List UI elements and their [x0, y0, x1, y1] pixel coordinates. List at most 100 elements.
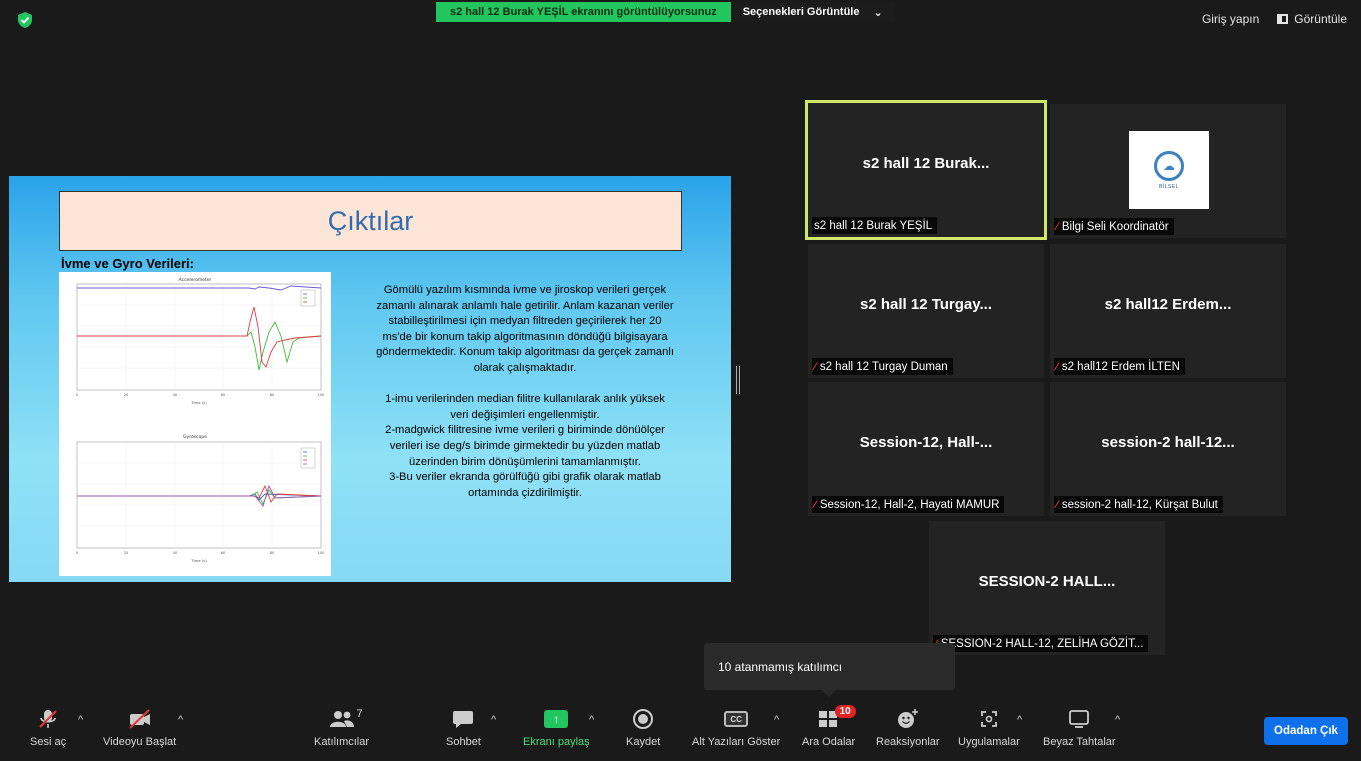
show-captions-button[interactable]: CC Alt Yazıları Göster [692, 708, 780, 748]
participant-display-name: s2 hall12 Erdem... [1104, 296, 1232, 313]
participant-display-name: s2 hall 12 Turgay... [860, 296, 992, 313]
reactions-icon [897, 709, 918, 728]
bottom-x-label: Time (s) [190, 558, 207, 563]
participant-tile[interactable]: s2 hall 12 Turgay... ⁄ s2 hall 12 Turgay… [808, 244, 1044, 378]
apps-icon [980, 711, 997, 727]
panel-resize-handle[interactable] [736, 366, 740, 394]
unmute-button[interactable]: Sesi aç [30, 708, 66, 748]
top-x-tick: 20 [124, 393, 128, 397]
bottom-x-tick: 20 [124, 551, 128, 555]
record-button[interactable]: Kaydet [626, 708, 660, 748]
share-screen-label: Ekranı paylaş [523, 736, 590, 748]
sensor-plots-svg: Accelerometer 0 20 40 60 80 100 Time (s)… [76, 277, 324, 563]
chat-button[interactable]: Sohbet [446, 708, 481, 748]
participants-label: Katılımcılar [314, 736, 370, 748]
bottom-x-tick: 40 [173, 551, 177, 555]
participant-name-label: ⁄ SESSION-2 HALL-12, ZELİHA GÖZİT... [933, 635, 1149, 652]
reactions-label: Reaksiyonlar [876, 736, 940, 748]
participant-display-name: Session-12, Hall-... [859, 434, 993, 451]
participant-name-text: Session-12, Hall-2, Hayati MAMUR [819, 498, 1000, 511]
whiteboards-button[interactable]: Beyaz Tahtalar [1043, 708, 1116, 748]
view-label: Görüntüle [1294, 12, 1347, 26]
breakout-rooms-button[interactable]: 10 Ara Odalar [802, 705, 856, 748]
participant-tile[interactable]: SESSION-2 HALL... ⁄ SESSION-2 HALL-12, Z… [929, 521, 1165, 655]
breakout-tooltip: 10 atanmamış katılımcı [704, 643, 955, 697]
shared-screen: Çıktılar İvme ve Gyro Verileri: Accelero… [9, 176, 731, 582]
meeting-toolbar: Sesi aç ^ Videoyu Başlat ^ 7 Katılımcıla… [0, 698, 1361, 761]
unmute-label: Sesi aç [30, 736, 67, 748]
reactions-button[interactable]: Reaksiyonlar [876, 708, 940, 748]
leave-room-button[interactable]: Odadan Çık [1264, 717, 1348, 745]
logo-text: BİLSEL [1159, 183, 1179, 190]
top-x-ticks: 0 20 40 60 80 100 [76, 393, 324, 397]
breakout-rooms-label: Ara Odalar [802, 736, 856, 748]
participant-name-label: ⁄ s2 hall12 Erdem İLTEN [1054, 358, 1185, 375]
video-options-caret-icon[interactable]: ^ [178, 714, 183, 726]
whiteboard-options-caret-icon[interactable]: ^ [1115, 714, 1120, 726]
bottom-x-ticks: 0 20 40 60 80 100 [76, 551, 324, 555]
top-x-label: Time (s) [190, 400, 207, 405]
closed-captions-icon: CC [724, 711, 749, 727]
bottom-x-tick: 0 [76, 551, 78, 555]
view-options-label: Seçenekleri Görüntüle [742, 6, 860, 18]
mic-muted-icon: ⁄ [1056, 360, 1058, 373]
apps-options-caret-icon[interactable]: ^ [1017, 714, 1022, 726]
participant-name-label: ⁄ s2 hall 12 Turgay Duman [812, 358, 953, 375]
start-video-label: Videoyu Başlat [103, 736, 177, 748]
slide-body-text: Gömülü yazılım kısmında ivme ve jiroskop… [376, 284, 674, 499]
participants-icon [329, 711, 354, 727]
participant-name-label: ⁄ session-2 hall-12, Kürşat Bulut [1054, 496, 1223, 513]
chart-bottom-title: Gyroscope [183, 434, 207, 440]
show-captions-label: Alt Yazıları Göster [692, 736, 781, 748]
slide-title-box: Çıktılar [59, 191, 682, 251]
screen-share-banner: s2 hall 12 Burak YEŞİL ekranını görüntül… [436, 2, 895, 22]
bottom-legend [300, 447, 316, 469]
bottom-x-tick: 80 [270, 551, 274, 555]
organization-logo: ☁ BİLSEL [1129, 131, 1209, 209]
top-legend [300, 289, 316, 307]
chat-options-caret-icon[interactable]: ^ [491, 714, 496, 726]
participant-display-name: SESSION-2 HALL... [978, 573, 1116, 590]
sensor-plots-image: Accelerometer 0 20 40 60 80 100 Time (s)… [59, 272, 331, 576]
top-right-controls: Giriş yapın Görüntüle [1202, 12, 1347, 26]
mic-muted-icon: ⁄ [814, 360, 816, 373]
top-x-tick: 100 [318, 393, 325, 397]
share-screen-icon: ↑ [544, 710, 569, 728]
slide-subtitle: İvme ve Gyro Verileri: [61, 256, 194, 271]
view-button[interactable]: Görüntüle [1277, 12, 1347, 26]
participant-name-text: SESSION-2 HALL-12, ZELİHA GÖZİT... [940, 637, 1144, 650]
record-icon [633, 709, 654, 729]
top-x-tick: 60 [221, 393, 225, 397]
audio-options-caret-icon[interactable]: ^ [78, 714, 83, 726]
breakout-count-badge: 10 [834, 705, 856, 718]
whiteboard-icon [1069, 710, 1090, 728]
record-label: Kaydet [626, 736, 661, 748]
apps-button[interactable]: Uygulamalar [958, 708, 1020, 748]
gallery-view-icon [1277, 14, 1289, 24]
chevron-down-icon: ⌄ [873, 6, 883, 19]
participant-name-text: s2 hall 12 Burak YEŞİL [814, 219, 933, 232]
participant-tile[interactable]: Session-12, Hall-... ⁄ Session-12, Hall-… [808, 382, 1044, 516]
share-options-caret-icon[interactable]: ^ [589, 714, 594, 726]
security-shield-icon[interactable] [18, 12, 32, 28]
signin-link[interactable]: Giriş yapın [1202, 12, 1259, 26]
participant-tile[interactable]: session-2 hall-12... ⁄ session-2 hall-12… [1050, 382, 1286, 516]
share-screen-button[interactable]: ↑ Ekranı paylaş [523, 708, 590, 748]
participant-name-text: Bilgi Seli Koordinatör [1061, 220, 1169, 233]
participant-tile[interactable]: ☁ BİLSEL ⁄ Bilgi Seli Koordinatör [1050, 104, 1286, 238]
participants-button[interactable]: 7 Katılımcılar [314, 708, 369, 748]
mic-muted-icon [39, 710, 57, 728]
bottom-x-tick: 60 [221, 551, 225, 555]
participant-display-name: s2 hall 12 Burak... [862, 155, 990, 172]
bottom-x-tick: 100 [318, 551, 325, 555]
top-x-tick: 0 [76, 393, 78, 397]
start-video-button[interactable]: Videoyu Başlat [103, 708, 176, 748]
captions-options-caret-icon[interactable]: ^ [774, 714, 779, 726]
view-options-button[interactable]: Seçenekleri Görüntüle ⌄ [730, 2, 895, 22]
participant-name-label: ⁄ Session-12, Hall-2, Hayati MAMUR [812, 496, 1005, 513]
participant-tile[interactable]: s2 hall12 Erdem... ⁄ s2 hall12 Erdem İLT… [1050, 244, 1286, 378]
participant-tile-active[interactable]: s2 hall 12 Burak... s2 hall 12 Burak YEŞ… [805, 100, 1047, 240]
top-x-tick: 40 [173, 393, 177, 397]
mic-muted-icon: ⁄ [814, 498, 816, 511]
logo-emblem-icon: ☁ [1154, 150, 1184, 181]
